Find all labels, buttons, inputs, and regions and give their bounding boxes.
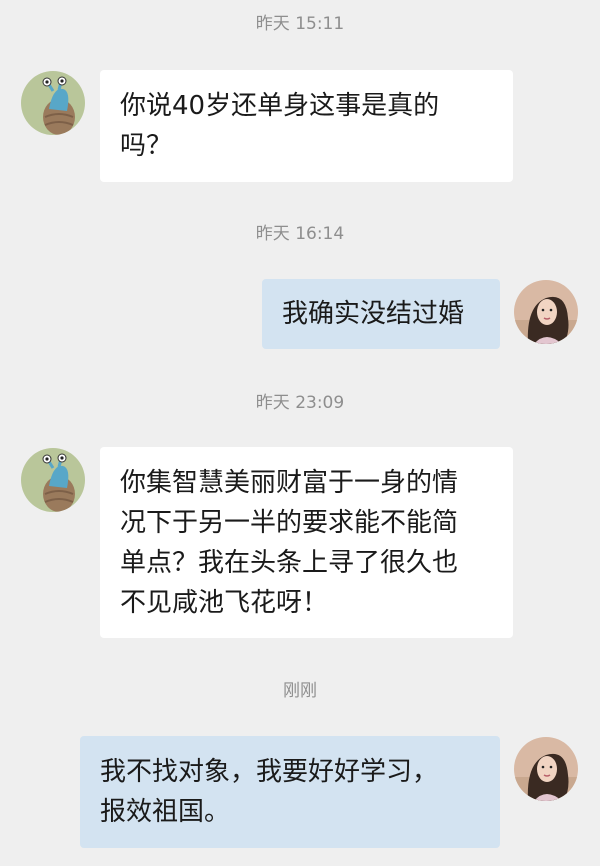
timestamp: 刚刚 [283,681,317,701]
timestamp: 昨天 16:14 [255,224,345,244]
self-avatar[interactable] [514,280,578,344]
contact-avatar[interactable] [21,448,85,512]
woman-photo-avatar-icon [514,737,578,801]
timestamp: 昨天 23:09 [255,393,345,413]
message-bubble-outgoing[interactable]: 我不找对象，我要好好学习，报效祖国。 [80,736,500,848]
contact-avatar[interactable] [21,71,85,135]
snail-avatar-icon [21,71,85,135]
message-bubble-incoming[interactable]: 你说40岁还单身这事是真的吗？ [100,70,513,182]
self-avatar[interactable] [514,737,578,801]
message-bubble-outgoing[interactable]: 我确实没结过婚 [262,279,500,349]
woman-photo-avatar-icon [514,280,578,344]
snail-avatar-icon [21,448,85,512]
timestamp: 昨天 15:11 [255,14,345,34]
message-bubble-incoming[interactable]: 你集智慧美丽财富于一身的情况下于另一半的要求能不能简单点？我在头条上寻了很久也不… [100,447,513,638]
